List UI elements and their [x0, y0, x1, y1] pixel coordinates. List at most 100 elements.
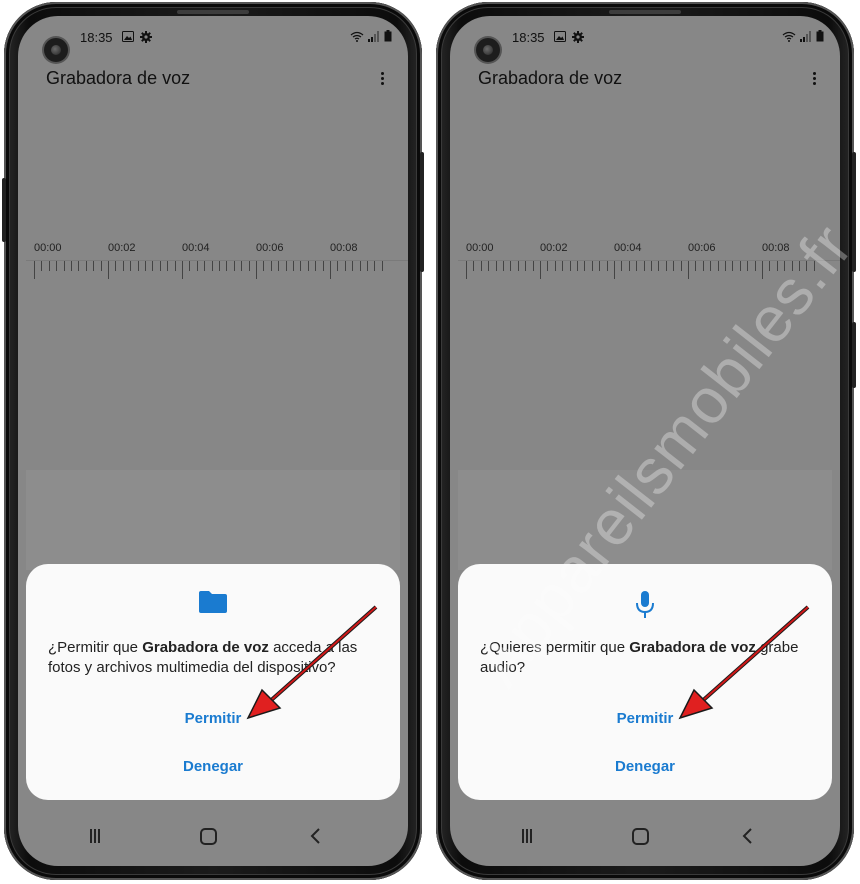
- ruler-tick: [359, 261, 361, 271]
- ruler-tick: [270, 261, 272, 271]
- screen-left: 18:35 Grabadora de voz 00:00 00:02 00:04…: [18, 16, 408, 866]
- ruler-tick: [747, 261, 749, 271]
- ruler-tick: [374, 261, 376, 271]
- signal-icon: [368, 30, 379, 42]
- phone-left: 18:35 Grabadora de voz 00:00 00:02 00:04…: [2, 2, 424, 880]
- status-indicators: [350, 30, 392, 42]
- allow-button[interactable]: Permitir: [26, 710, 400, 727]
- navigation-bar: [18, 824, 408, 848]
- waveform-area: [26, 470, 400, 570]
- ruler-tick: [145, 261, 146, 271]
- ruler-tick: [48, 261, 50, 271]
- timeline: 00:00 00:02 00:04 00:06 00:08: [26, 242, 408, 282]
- navigation-bar: [450, 824, 840, 848]
- ruler-tick: [41, 261, 43, 271]
- ruler-tick: [503, 261, 504, 271]
- ruler-tick: [665, 261, 667, 271]
- ruler-tick: [256, 261, 257, 279]
- battery-icon: [384, 30, 392, 42]
- ruler-tick: [152, 261, 154, 271]
- recent-apps-icon[interactable]: [90, 824, 114, 848]
- ruler-tick: [614, 261, 615, 279]
- ruler-tick: [628, 261, 630, 271]
- settings-notification-icon: [140, 31, 152, 46]
- dialog-message: ¿Permitir que Grabadora de voz acceda a …: [48, 638, 384, 678]
- wifi-icon: [350, 31, 364, 42]
- status-bar: 18:35: [18, 28, 408, 48]
- deny-button[interactable]: Denegar: [26, 758, 400, 775]
- ruler-tick: [34, 261, 35, 279]
- home-icon[interactable]: [628, 824, 652, 848]
- settings-notification-icon: [572, 31, 584, 46]
- status-time: 18:35: [80, 30, 113, 45]
- ruler-tick: [307, 261, 309, 271]
- dialog-text-before: ¿Permitir que: [48, 639, 143, 656]
- folder-icon: [198, 590, 228, 619]
- timeline-label: 00:06: [688, 242, 716, 254]
- ruler-tick: [673, 261, 675, 271]
- ruler-tick: [732, 261, 734, 271]
- ruler-tick: [510, 261, 512, 271]
- home-icon[interactable]: [196, 824, 220, 848]
- ruler-tick: [115, 261, 117, 271]
- ruler-tick: [367, 261, 368, 271]
- wifi-icon: [782, 31, 796, 42]
- ruler-tick: [739, 261, 741, 271]
- app-title: Grabadora de voz: [478, 68, 623, 88]
- ruler-tick: [525, 261, 527, 271]
- permission-dialog: ¿Permitir que Grabadora de voz acceda a …: [26, 564, 400, 800]
- dialog-app-name: Grabadora de voz: [629, 639, 756, 656]
- ruler-tick: [710, 261, 712, 271]
- ruler-tick: [473, 261, 475, 271]
- side-key: [852, 322, 856, 388]
- ruler-tick: [540, 261, 541, 279]
- ruler-tick: [159, 261, 161, 271]
- ruler-tick: [337, 261, 339, 271]
- ruler-tick: [599, 261, 601, 271]
- battery-icon: [816, 30, 824, 42]
- ruler-tick: [278, 261, 280, 271]
- ruler-tick: [584, 261, 586, 271]
- ruler-tick: [495, 261, 497, 271]
- ruler-tick: [330, 261, 331, 279]
- deny-button[interactable]: Denegar: [458, 758, 832, 775]
- ruler-tick: [285, 261, 287, 271]
- app-title: Grabadora de voz: [46, 68, 191, 88]
- more-options-icon[interactable]: [810, 70, 818, 88]
- earpiece: [609, 10, 681, 14]
- ruler-tick: [621, 261, 623, 271]
- ruler-tick: [322, 261, 324, 271]
- earpiece: [177, 10, 249, 14]
- ruler-tick: [577, 261, 578, 271]
- ruler-tick: [219, 261, 220, 271]
- ruler-tick: [63, 261, 65, 271]
- ruler-tick: [204, 261, 206, 271]
- ruler-tick: [381, 261, 383, 271]
- ruler-tick: [591, 261, 593, 271]
- ruler-tick: [78, 261, 80, 271]
- ruler-tick: [725, 261, 726, 271]
- more-options-icon[interactable]: [378, 70, 386, 88]
- allow-button[interactable]: Permitir: [458, 710, 832, 727]
- ruler-tick: [344, 261, 346, 271]
- back-icon[interactable]: [304, 824, 328, 848]
- ruler-tick: [547, 261, 549, 271]
- status-indicators: [782, 30, 824, 42]
- status-time: 18:35: [512, 30, 545, 45]
- ruler-tick: [100, 261, 102, 271]
- volume-button: [2, 178, 6, 242]
- ruler-tick: [130, 261, 132, 271]
- ruler-tick: [688, 261, 689, 279]
- ruler-tick: [196, 261, 198, 271]
- ruler-tick: [643, 261, 645, 271]
- ruler-tick: [85, 261, 87, 271]
- ruler-tick: [293, 261, 294, 271]
- recent-apps-icon[interactable]: [522, 824, 546, 848]
- ruler-tick: [56, 261, 58, 271]
- timeline-label: 00:04: [614, 242, 642, 254]
- signal-icon: [800, 30, 811, 42]
- timeline-label: 00:06: [256, 242, 284, 254]
- back-icon[interactable]: [736, 824, 760, 848]
- ruler-tick: [554, 261, 556, 271]
- ruler-tick: [717, 261, 719, 271]
